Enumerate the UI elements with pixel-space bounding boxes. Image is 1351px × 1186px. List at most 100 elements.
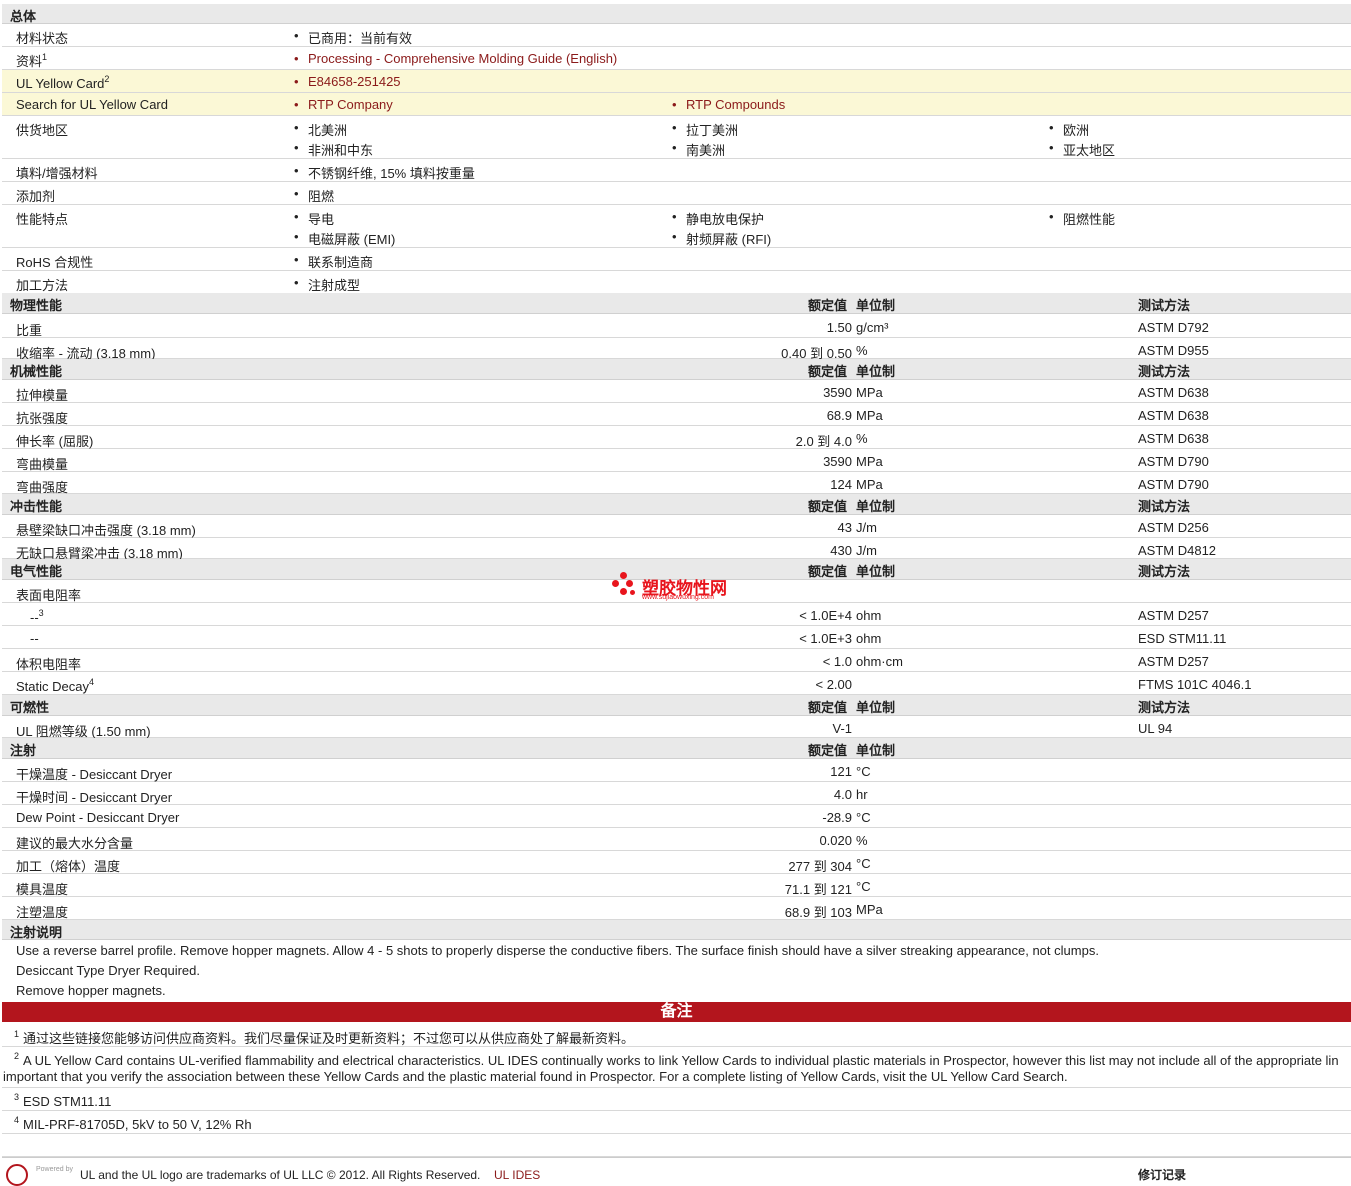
property-label-text: Static Decay bbox=[16, 679, 89, 694]
column-header-method: 测试方法 bbox=[1138, 700, 1191, 715]
property-row: 弯曲强度 124 MPa ASTM D790 bbox=[2, 472, 1351, 495]
footer: Powered by UL and the UL logo are tradem… bbox=[2, 1157, 1351, 1186]
property-value: 430 bbox=[830, 543, 852, 558]
general-row: 添加剂 阻燃 bbox=[2, 182, 1351, 205]
property-unit: MPa bbox=[856, 902, 883, 917]
notes-header: 备注 bbox=[2, 1002, 1351, 1022]
row-label: UL Yellow Card2 bbox=[16, 74, 109, 91]
property-label-text: 伸长率 (屈服) bbox=[16, 434, 94, 449]
section-header: 可燃性 额定值 单位制 测试方法 bbox=[2, 695, 1351, 716]
footnote-ref: 2 bbox=[104, 74, 110, 84]
row-label-text: UL Yellow Card bbox=[16, 76, 105, 91]
vendor-link[interactable]: E84658-251425 bbox=[294, 74, 401, 89]
property-value: 4.0 bbox=[833, 787, 852, 802]
bullet-item: 北美洲 bbox=[294, 120, 347, 139]
vendor-link[interactable]: RTP Compounds bbox=[672, 97, 785, 112]
property-value: 2.0 到 4.0 bbox=[795, 434, 852, 449]
test-method: ASTM D638 bbox=[1138, 408, 1209, 423]
footnote-number: 3 bbox=[14, 1092, 20, 1102]
vendor-link[interactable]: Processing - Comprehensive Molding Guide… bbox=[294, 51, 617, 66]
property-value: 3590 bbox=[823, 385, 852, 400]
footnote-number: 4 bbox=[14, 1115, 20, 1125]
test-method: FTMS 101C 4046.1 bbox=[1138, 677, 1252, 692]
column-header-unit: 单位制 bbox=[856, 700, 896, 715]
row-label: 性能特点 bbox=[16, 209, 68, 228]
general-row: UL Yellow Card2 E84658-251425 bbox=[2, 70, 1351, 93]
row-label-text: RoHS 合规性 bbox=[16, 255, 94, 270]
column-header-unit: 单位制 bbox=[856, 564, 896, 579]
property-row: 弯曲模量 3590 MPa ASTM D790 bbox=[2, 449, 1351, 472]
property-label: 加工（熔体）温度 bbox=[16, 856, 120, 875]
property-label: -- bbox=[30, 631, 39, 646]
property-label: 弯曲模量 bbox=[16, 454, 68, 473]
bullet-item: 电磁屏蔽 (EMI) bbox=[294, 229, 395, 248]
vendor-link[interactable]: RTP Company bbox=[294, 97, 393, 112]
row-label-text: 材料状态 bbox=[16, 31, 69, 46]
ul-ides-link[interactable]: UL IDES bbox=[494, 1168, 540, 1182]
bullet-item: 已商用：当前有效 bbox=[294, 28, 412, 47]
section-header: 注射 额定值 单位制 bbox=[2, 738, 1351, 759]
property-unit: MPa bbox=[856, 385, 883, 400]
row-label-text: 加工方法 bbox=[16, 278, 69, 293]
row-label-text: 供货地区 bbox=[16, 123, 69, 138]
bullet-item: 静电放电保护 bbox=[672, 209, 764, 228]
section-title: 注射 bbox=[10, 743, 37, 758]
property-label-text: 干燥温度 - Desiccant Dryer bbox=[16, 767, 173, 782]
bullet-item: 射频屏蔽 (RFI) bbox=[672, 229, 771, 248]
row-label-text: 资料 bbox=[16, 54, 43, 69]
row-label-text: 添加剂 bbox=[16, 189, 56, 204]
property-value: < 2.00 bbox=[815, 677, 852, 692]
property-label: 抗张强度 bbox=[16, 408, 68, 427]
property-value: 0.020 bbox=[819, 833, 852, 848]
column-header-value: 额定值 bbox=[808, 298, 848, 313]
injection-note-line: Desiccant Type Dryer Required. bbox=[16, 963, 201, 978]
test-method: ASTM D955 bbox=[1138, 343, 1209, 358]
test-method: ASTM D790 bbox=[1138, 454, 1209, 469]
column-header-value: 额定值 bbox=[808, 364, 848, 379]
revision-history-link[interactable]: 修订记录 bbox=[1138, 1166, 1186, 1183]
footnote-row: 1 通过这些链接您能够访问供应商资料。我们尽量保证及时更新资料；不过您可以从供应商… bbox=[2, 1024, 1351, 1047]
property-unit: ohm bbox=[856, 608, 882, 623]
property-row: 加工（熔体）温度 277 到 304 °C bbox=[2, 851, 1351, 874]
section-title: 冲击性能 bbox=[10, 499, 63, 514]
injection-note-line: Use a reverse barrel profile. Remove hop… bbox=[16, 943, 1099, 958]
footnote: 2A UL Yellow Card contains UL-verified f… bbox=[14, 1051, 1339, 1068]
bullet-item: 亚太地区 bbox=[1049, 140, 1115, 159]
general-row: 材料状态 已商用：当前有效 bbox=[2, 24, 1351, 47]
bullet-item: 阻燃性能 bbox=[1049, 209, 1115, 228]
section-header-injection-notes: 注射说明 bbox=[2, 920, 1351, 940]
property-label: Static Decay4 bbox=[16, 677, 94, 694]
test-method: ASTM D790 bbox=[1138, 477, 1209, 492]
row-label: RoHS 合规性 bbox=[16, 252, 93, 271]
property-label: 干燥时间 - Desiccant Dryer bbox=[16, 787, 172, 806]
spacer-row bbox=[2, 1134, 1351, 1157]
general-row: 性能特点 导电 静电放电保护 阻燃性能电磁屏蔽 (EMI) 射频屏蔽 (RFI) bbox=[2, 205, 1351, 248]
property-label: 表面电阻率 bbox=[16, 585, 81, 604]
property-row: 收缩率 - 流动 (3.18 mm) 0.40 到 0.50% ASTM D955 bbox=[2, 338, 1351, 361]
property-row: 注塑温度 68.9 到 103 MPa bbox=[2, 897, 1351, 920]
bullet-item: 联系制造商 bbox=[294, 252, 373, 271]
property-row: 体积电阻率 < 1.0 ohm·cm ASTM D257 bbox=[2, 649, 1351, 672]
property-label-text: 抗张强度 bbox=[16, 411, 69, 426]
bullet-item: 阻燃 bbox=[294, 186, 334, 205]
property-row: 比重 1.50 g/cm³ ASTM D792 bbox=[2, 315, 1351, 338]
property-unit: °C bbox=[856, 856, 871, 871]
property-unit: MPa bbox=[856, 477, 883, 492]
bullet-item: 非洲和中东 bbox=[294, 140, 373, 159]
property-label-text: 干燥时间 - Desiccant Dryer bbox=[16, 790, 173, 805]
general-row: RoHS 合规性 联系制造商 bbox=[2, 248, 1351, 271]
section-title: 机械性能 bbox=[10, 364, 63, 379]
bullet-item: 欧洲 bbox=[1049, 120, 1089, 139]
test-method: ASTM D638 bbox=[1138, 385, 1209, 400]
property-label: --3 bbox=[30, 608, 44, 625]
property-label-text: 注塑温度 bbox=[16, 905, 69, 920]
row-label-text: Search for UL Yellow Card bbox=[16, 97, 168, 112]
test-method: ESD STM11.11 bbox=[1138, 631, 1227, 646]
general-row: 供货地区 北美洲 拉丁美洲 欧洲非洲和中东 南美洲 亚太地区 bbox=[2, 116, 1351, 159]
property-value: 71.1 到 121 bbox=[784, 882, 852, 897]
row-label: Search for UL Yellow Card bbox=[16, 97, 168, 112]
property-value: -28.9 bbox=[822, 810, 852, 825]
footnote-number: 2 bbox=[14, 1051, 20, 1061]
section-header: 机械性能 额定值 单位制 测试方法 bbox=[2, 359, 1351, 380]
section-title: 可燃性 bbox=[10, 700, 50, 715]
